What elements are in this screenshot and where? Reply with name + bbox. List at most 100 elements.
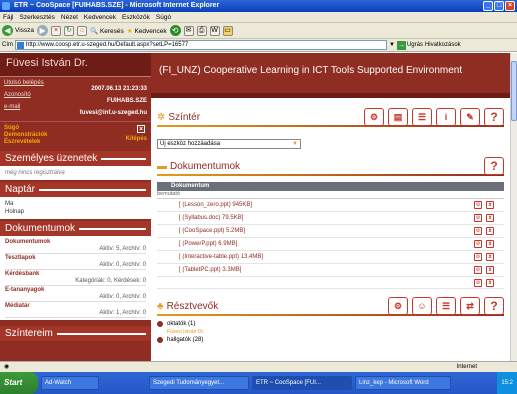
print-icon[interactable]: ⎙ [196,25,207,36]
logout-icon[interactable]: × [137,125,145,133]
menu-view[interactable]: Nézet [61,12,78,22]
taskbar-item[interactable]: Ad-Watch [41,376,99,390]
module-item[interactable]: Kérdésbank Kategóriák: 0, Kérdések: 0 [5,270,146,286]
security-zone: Internet [456,364,477,370]
hourglass-icon[interactable]: ⧗ [486,227,494,235]
participants-help-icon[interactable]: ? [484,297,504,315]
menu-tools[interactable]: Eszközök [122,12,150,22]
gear-icon: ✲ [157,112,166,123]
ie-icon [2,2,10,10]
maximize-icon[interactable]: □ [494,1,504,11]
address-input[interactable]: http://www.coosp.etr.u-szeged.hu/Default… [15,40,387,50]
participant-member[interactable]: Füvesi István Dr. [157,328,504,336]
scrollbar-thumb[interactable] [511,61,517,121]
document-row-actions: ⚙ ⧗ [157,277,504,289]
hourglass-icon[interactable]: ⧗ [486,266,494,274]
document-row: [ (Lesson_zero.ppt) 945KB] ⚙ ⧗ [157,199,504,212]
menu-file[interactable]: Fájl [3,12,13,22]
calendar-header[interactable]: Naptár [0,182,151,197]
participants-section: ♣ Résztvevők ⚙ ☺ ☰ ⇄ ? [157,297,504,316]
module-item[interactable]: Dokumentumok Aktív: 5, Archív: 0 [5,238,146,254]
user-info: Utolsó belépés 2007.06.13 21:23:33 Azono… [0,77,151,119]
address-dropdown-icon[interactable]: ▼ [389,42,395,48]
taskbar-item[interactable]: Szegedi Tudományegyet... [149,376,249,390]
mail-icon[interactable]: ✉ [183,25,194,36]
start-button[interactable]: Start [0,372,38,394]
document-link[interactable]: [ (PowerP.ppt) 6.9MB] [179,241,237,247]
documents-visibility: bemutató [157,191,504,199]
settings-icon[interactable]: ⚙ [474,266,482,274]
window-controls: _ □ × [483,1,515,11]
forward-arrow-icon[interactable]: ▶ [37,25,49,36]
document-link[interactable]: [ (TabletPC.ppt) 3.3MB] [179,267,241,273]
list-icon[interactable]: ☰ [436,297,456,315]
modules-header[interactable]: Dokumentumok [0,221,151,236]
messages-header[interactable]: Személyes üzenetek [0,151,151,166]
stop-icon[interactable]: × [51,25,62,36]
settings-icon[interactable]: ⚙ [474,201,482,209]
document-row: [ (Interactive-table.ppt) 13.4MB] ⚙ ⧗ [157,251,504,264]
document-link[interactable]: [ (CooSpace.ppt) 5.2MB] [179,228,245,234]
scenes-header[interactable]: Színtereim [0,326,151,341]
link-help[interactable]: Súgó [4,125,147,132]
participant-group[interactable]: hallgatók (28) [157,336,504,344]
address-bar: Cím http://www.coosp.etr.u-szeged.hu/Def… [0,39,517,52]
clock[interactable]: 15:2 [501,380,513,386]
assign-icon[interactable]: ⇄ [460,297,480,315]
module-item[interactable]: E-tananyagok Aktív: 0, Archív: 0 [5,286,146,302]
help-icon[interactable]: ? [484,108,504,126]
menu-favorites[interactable]: Kedvencek [84,12,116,22]
participants-tools: ⚙ ☺ ☰ ⇄ ? [388,297,504,315]
info-icon[interactable]: i [436,108,456,126]
group-icon[interactable]: ⚙ [388,297,408,315]
documents-title: ▬ Dokumentumok [157,161,241,172]
edit-scene-icon[interactable]: ▤ [388,108,408,126]
history-icon[interactable]: ⟲ [169,25,181,36]
edit-icon[interactable]: W [209,25,220,36]
scene-list-icon[interactable]: ☰ [412,108,432,126]
hourglass-icon[interactable]: ⧗ [486,279,494,287]
participant-group[interactable]: oktatók (1) [157,320,504,328]
documents-help-icon[interactable]: ? [484,157,504,175]
hourglass-icon[interactable]: ⧗ [486,214,494,222]
taskbar-item-active[interactable]: ETR ~ CooSpace [FUI... [252,376,352,390]
documents-table-header: Dokumentum [157,182,504,191]
favorites-button[interactable]: ★ Kedvencek [127,27,167,35]
minimize-icon[interactable]: _ [483,1,493,11]
document-row: [ (Syllabus.doc) 79.5KB] ⚙ ⧗ [157,212,504,225]
close-icon[interactable]: × [505,1,515,11]
settings-icon[interactable]: ⚙ [474,279,482,287]
vertical-scrollbar[interactable] [510,53,517,361]
menu-help[interactable]: Súgó [156,12,171,22]
group-settings-icon[interactable]: ⚙ [364,108,384,126]
document-link[interactable]: [ (Interactive-table.ppt) 13.4MB] [179,254,263,260]
tools-icon[interactable]: ✎ [460,108,480,126]
document-row: [ (PowerP.ppt) 6.9MB] ⚙ ⧗ [157,238,504,251]
module-item[interactable]: Médiatár Aktív: 1, Archív: 0 [5,302,146,318]
settings-icon[interactable]: ⚙ [474,214,482,222]
module-item[interactable]: Tesztlapok Aktív: 0, Archív: 0 [5,254,146,270]
document-link[interactable]: [ (Lesson_zero.ppt) 945KB] [179,202,252,208]
document-link[interactable]: [ (Syllabus.doc) 79.5KB] [179,215,243,221]
go-button[interactable]: → Ugrás [396,40,423,50]
hourglass-icon[interactable]: ⧗ [486,253,494,261]
settings-icon[interactable]: ⚙ [474,253,482,261]
settings-icon[interactable]: ⚙ [474,240,482,248]
taskbar-item[interactable]: Linz_kep - Microsoft Word [355,376,451,390]
hourglass-icon[interactable]: ⧗ [486,240,494,248]
folder-icon[interactable]: ▭ [222,25,233,36]
logout-link[interactable]: Kilépés [126,136,147,143]
search-button[interactable]: 🔍 Keresés [90,27,124,35]
refresh-icon[interactable]: ↻ [64,25,75,36]
menu-edit[interactable]: Szerkesztés [19,12,54,22]
calendar-body: Ma Holnap [0,197,151,219]
user-icon[interactable]: ☺ [412,297,432,315]
links-button[interactable]: Hivatkozások [425,42,461,48]
back-button[interactable]: ◀ Vissza [2,25,34,36]
hourglass-icon[interactable]: ⧗ [486,201,494,209]
add-tool-select[interactable]: Új eszköz hozzáadása ▼ [157,139,301,149]
home-icon[interactable]: ⌂ [77,25,88,36]
calendar-tomorrow[interactable]: Holnap [5,208,146,216]
settings-icon[interactable]: ⚙ [474,227,482,235]
calendar-today[interactable]: Ma [5,200,146,208]
